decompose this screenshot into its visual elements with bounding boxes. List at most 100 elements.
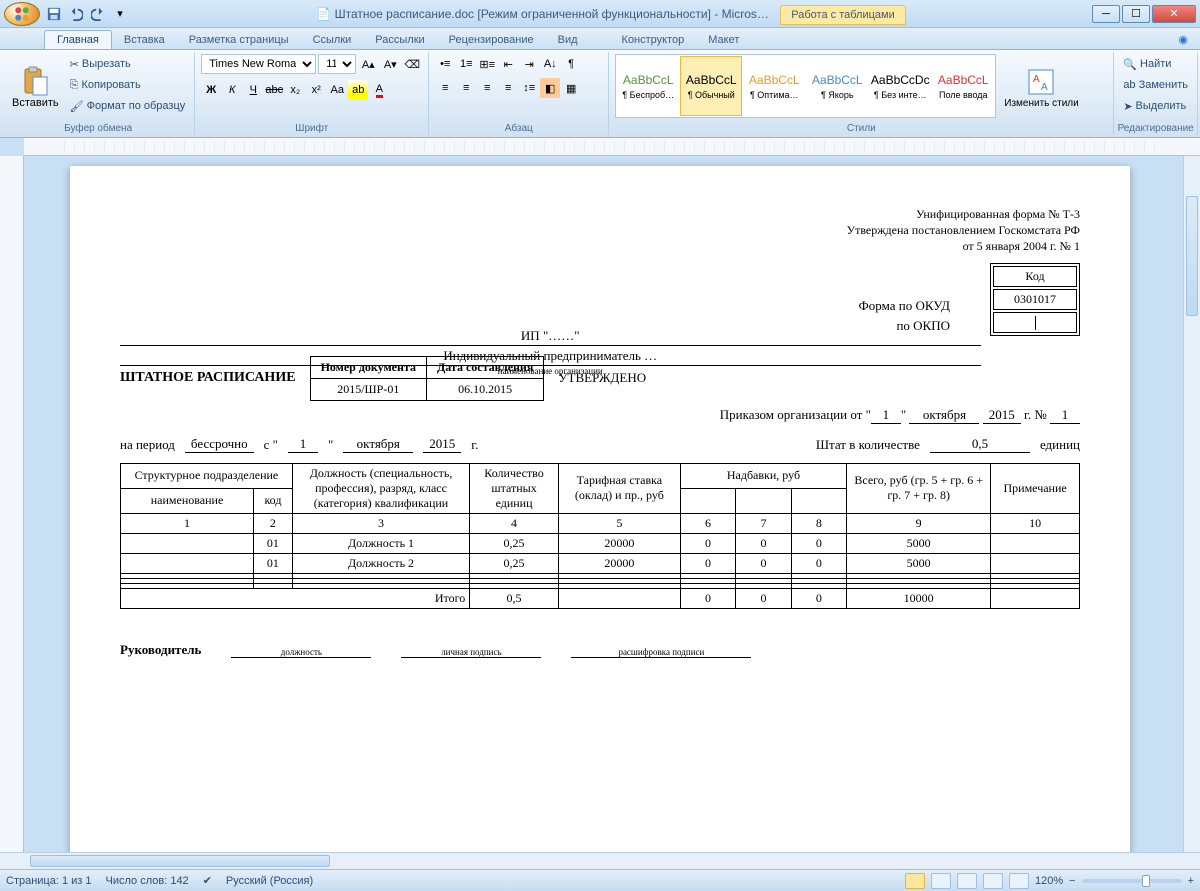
indent-inc-icon[interactable]: ⇥	[519, 54, 539, 74]
binoculars-icon: 🔍	[1123, 58, 1137, 71]
svg-text:A: A	[1041, 82, 1048, 93]
table-row[interactable]: 01Должность 20,25200000005000	[121, 553, 1080, 573]
status-lang[interactable]: Русский (Россия)	[226, 875, 313, 887]
undo-icon[interactable]	[66, 4, 86, 24]
align-right-icon[interactable]: ≡	[477, 78, 497, 98]
proofing-icon[interactable]: ✔	[203, 874, 212, 887]
view-draft[interactable]	[1009, 873, 1029, 889]
doc-icon: 📄	[316, 7, 331, 21]
table-row[interactable]: 01Должность 10,25200000005000	[121, 533, 1080, 553]
align-center-icon[interactable]: ≡	[456, 78, 476, 98]
style-item[interactable]: AaBbCcLПоле ввода	[932, 56, 994, 116]
main-table[interactable]: Структурное подразделение Должность (спе…	[120, 463, 1080, 609]
show-marks-icon[interactable]: ¶	[561, 54, 581, 74]
redo-icon[interactable]	[88, 4, 108, 24]
subscript-icon[interactable]: x₂	[285, 80, 305, 100]
view-full-screen[interactable]	[931, 873, 951, 889]
tab-review[interactable]: Рецензирование	[437, 31, 546, 49]
borders-icon[interactable]: ▦	[561, 78, 581, 98]
tab-references[interactable]: Ссылки	[301, 31, 364, 49]
style-item[interactable]: AaBbCcL¶ Обычный	[680, 56, 742, 116]
save-icon[interactable]	[44, 4, 64, 24]
view-print-layout[interactable]	[905, 873, 925, 889]
org-line-1[interactable]: ИП "……"	[120, 328, 981, 346]
align-left-icon[interactable]: ≡	[435, 78, 455, 98]
help-icon[interactable]: ◉	[1166, 30, 1200, 49]
minimize-button[interactable]: ─	[1092, 5, 1120, 23]
group-clipboard: Вставить ✂Вырезать ⎘Копировать 🖌Формат п…	[2, 52, 195, 135]
italic-icon[interactable]: К	[222, 80, 242, 100]
maximize-button[interactable]: ☐	[1122, 5, 1150, 23]
justify-icon[interactable]: ≡	[498, 78, 518, 98]
document-title: ШТАТНОЕ РАСПИСАНИЕ	[120, 370, 296, 386]
view-web[interactable]	[957, 873, 977, 889]
copy-icon: ⎘	[70, 79, 79, 92]
clipboard-group-label: Буфер обмена	[2, 123, 194, 134]
vertical-scrollbar[interactable]	[1183, 156, 1200, 869]
sort-icon[interactable]: A↓	[540, 54, 560, 74]
tab-view[interactable]: Вид	[546, 31, 590, 49]
window-title: 📄 Штатное расписание.doc [Режим ограниче…	[130, 7, 1092, 21]
line-spacing-icon[interactable]: ↕≡	[519, 78, 539, 98]
view-outline[interactable]	[983, 873, 1003, 889]
multilevel-icon[interactable]: ⊞≡	[477, 54, 497, 74]
numbering-icon[interactable]: 1≡	[456, 54, 476, 74]
window-controls: ─ ☐ ✕	[1092, 5, 1196, 23]
org-line-2[interactable]: Индивидуальный предприниматель …	[120, 348, 981, 366]
shading-icon[interactable]: ◧	[540, 78, 560, 98]
strike-icon[interactable]: abc	[264, 80, 284, 100]
quick-access-toolbar: ▾	[44, 4, 130, 24]
zoom-in-icon[interactable]: +	[1188, 875, 1194, 887]
underline-icon[interactable]: Ч	[243, 80, 263, 100]
vertical-ruler[interactable]	[0, 156, 24, 869]
style-item[interactable]: AaBbCcL¶ Якорь	[806, 56, 868, 116]
status-words[interactable]: Число слов: 142	[106, 875, 189, 887]
clear-format-icon[interactable]: ⌫	[402, 54, 422, 74]
change-case-icon[interactable]: Aa	[327, 80, 347, 100]
font-size-select[interactable]: 11	[318, 54, 356, 74]
qat-dropdown-icon[interactable]: ▾	[110, 4, 130, 24]
office-button[interactable]	[4, 2, 40, 26]
ribbon-tabs: Главная Вставка Разметка страницы Ссылки…	[0, 28, 1200, 50]
tab-layout[interactable]: Разметка страницы	[177, 31, 301, 49]
bullets-icon[interactable]: •≡	[435, 54, 455, 74]
form-reference: Унифицированная форма № Т-3 Утверждена п…	[847, 206, 1080, 255]
style-item[interactable]: AaBbCcL¶ Оптима…	[743, 56, 805, 116]
status-page[interactable]: Страница: 1 из 1	[6, 875, 92, 887]
select-button[interactable]: ➤Выделить	[1120, 96, 1191, 116]
close-button[interactable]: ✕	[1152, 5, 1196, 23]
tab-home[interactable]: Главная	[44, 30, 112, 49]
superscript-icon[interactable]: x²	[306, 80, 326, 100]
replace-button[interactable]: abЗаменить	[1120, 75, 1191, 95]
tab-mailings[interactable]: Рассылки	[363, 31, 436, 49]
zoom-label[interactable]: 120%	[1035, 875, 1063, 887]
format-painter-button[interactable]: 🖌Формат по образцу	[67, 96, 189, 116]
shrink-font-icon[interactable]: A▾	[380, 54, 400, 74]
page[interactable]: Унифицированная форма № Т-3 Утверждена п…	[70, 166, 1130, 852]
find-button[interactable]: 🔍Найти	[1120, 54, 1191, 74]
tab-design[interactable]: Конструктор	[610, 31, 697, 49]
style-gallery[interactable]: AaBbCcL¶ Беспроб…AaBbCcL¶ ОбычныйAaBbCcL…	[615, 54, 996, 118]
copy-button[interactable]: ⎘Копировать	[67, 75, 189, 95]
grow-font-icon[interactable]: A▴	[358, 54, 378, 74]
style-item[interactable]: AaBbCcL¶ Беспроб…	[617, 56, 679, 116]
zoom-out-icon[interactable]: −	[1069, 875, 1075, 887]
code-box: Код 0301017	[990, 263, 1080, 336]
group-font: Times New Roman 11 A▴ A▾ ⌫ Ж К Ч abc x₂ …	[195, 52, 429, 135]
document-area[interactable]: Унифицированная форма № Т-3 Утверждена п…	[0, 156, 1200, 852]
period-line: на период бессрочно с "1" октября 2015 г…	[120, 436, 1080, 453]
cut-button[interactable]: ✂Вырезать	[67, 54, 189, 74]
paste-button[interactable]: Вставить	[8, 54, 63, 120]
font-name-select[interactable]: Times New Roman	[201, 54, 316, 74]
bold-icon[interactable]: Ж	[201, 80, 221, 100]
font-color-icon[interactable]: A	[369, 80, 389, 100]
style-item[interactable]: AaBbCcDc¶ Без инте…	[869, 56, 931, 116]
horizontal-ruler[interactable]	[24, 138, 1200, 156]
tab-insert[interactable]: Вставка	[112, 31, 177, 49]
horizontal-scrollbar[interactable]	[0, 852, 1200, 869]
indent-dec-icon[interactable]: ⇤	[498, 54, 518, 74]
change-styles-button[interactable]: AA Изменить стили	[1000, 54, 1082, 120]
zoom-slider[interactable]	[1082, 879, 1182, 883]
highlight-icon[interactable]: ab	[348, 80, 368, 100]
tab-layout2[interactable]: Макет	[696, 31, 751, 49]
